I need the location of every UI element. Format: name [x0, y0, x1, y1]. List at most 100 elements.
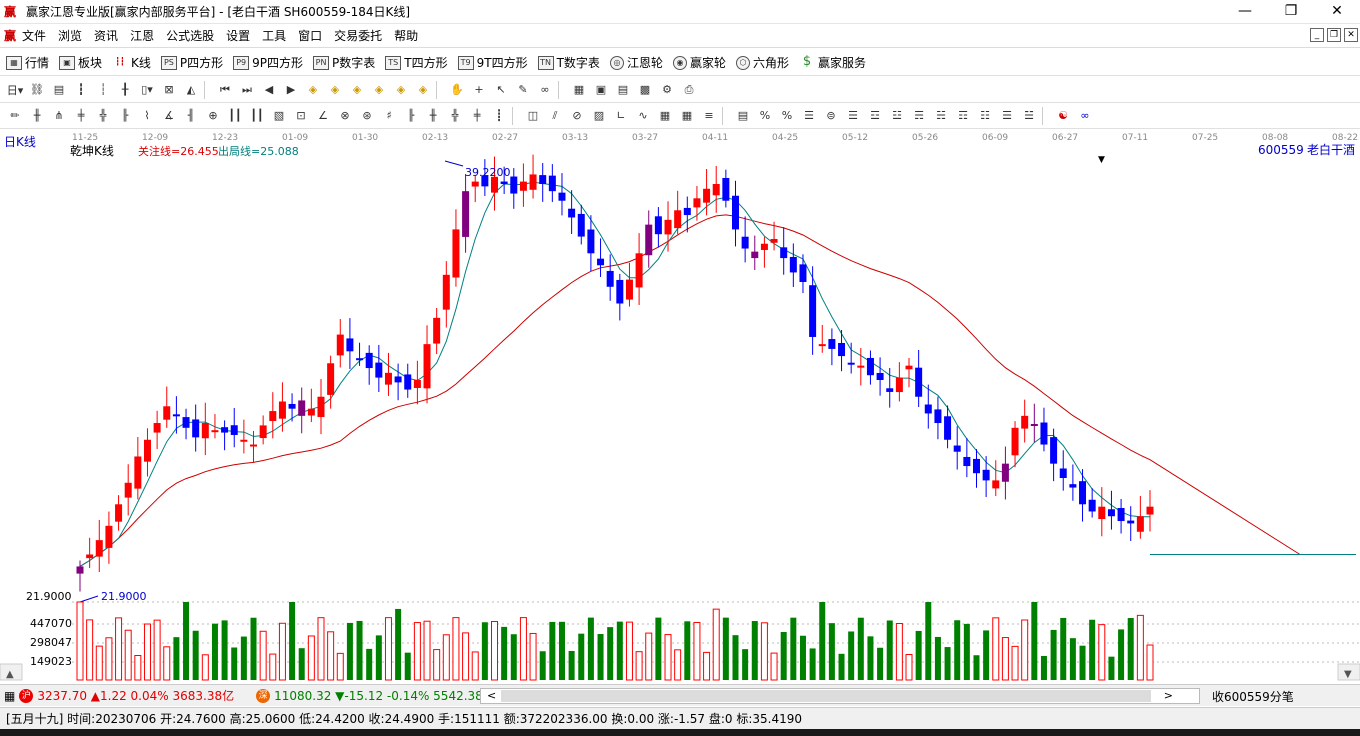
- box-icon[interactable]: ▧: [270, 107, 288, 125]
- menu-help[interactable]: 帮助: [394, 27, 418, 44]
- cycle-icon[interactable]: ⊗: [336, 107, 354, 125]
- diamond-icon[interactable]: ◈: [304, 81, 322, 99]
- fan2-icon[interactable]: ∠: [314, 107, 332, 125]
- toolbar-9p-square[interactable]: P9 9P四方形: [233, 54, 303, 71]
- coin-icon[interactable]: ⊜: [822, 107, 840, 125]
- palette-icon[interactable]: ✎: [514, 81, 532, 99]
- bars-icon[interactable]: ┃┃: [226, 107, 244, 125]
- list-icon[interactable]: ▤: [614, 81, 632, 99]
- infinity-icon[interactable]: ∞: [1076, 107, 1094, 125]
- indicator-dropdown-icon[interactable]: ▯▾: [138, 81, 156, 99]
- grid3-icon[interactable]: ╬: [94, 107, 112, 125]
- doc-icon[interactable]: ▤: [50, 81, 68, 99]
- hand-icon[interactable]: ✋: [448, 81, 466, 99]
- calendar-icon[interactable]: ▦: [570, 81, 588, 99]
- diamond2-icon[interactable]: ◈: [326, 81, 344, 99]
- chart-scrollbar[interactable]: < >: [480, 688, 1200, 704]
- lines2-icon[interactable]: ☰: [844, 107, 862, 125]
- lines4-icon[interactable]: ☳: [888, 107, 906, 125]
- crosshair-icon[interactable]: +: [470, 81, 488, 99]
- tools-icon[interactable]: ⚙: [658, 81, 676, 99]
- comb4-icon[interactable]: ╫: [424, 107, 442, 125]
- overlay-icon[interactable]: ◭: [182, 81, 200, 99]
- toolbar-p-table[interactable]: PN P数字表: [313, 54, 375, 71]
- menu-formula[interactable]: 公式选股: [166, 27, 214, 44]
- table2-icon[interactable]: ▦: [678, 107, 696, 125]
- wave-icon[interactable]: ∿: [634, 107, 652, 125]
- link-icon[interactable]: ⛓: [28, 81, 46, 99]
- chart-style-icon[interactable]: ⊠: [160, 81, 178, 99]
- first-icon[interactable]: ⏮: [216, 81, 234, 99]
- menu-trade[interactable]: 交易委托: [334, 27, 382, 44]
- save-icon[interactable]: ▩: [636, 81, 654, 99]
- table-icon[interactable]: ▦: [656, 107, 674, 125]
- toolbar-hexagon[interactable]: ⬡ 六角形: [735, 54, 789, 71]
- fan-icon[interactable]: ⋔: [50, 107, 68, 125]
- circle2-icon[interactable]: ⊛: [358, 107, 376, 125]
- toolbar-t-table[interactable]: TN T数字表: [537, 54, 600, 71]
- channel-icon[interactable]: ⫽: [546, 107, 564, 125]
- comb6-icon[interactable]: ╪: [468, 107, 486, 125]
- menu-settings[interactable]: 设置: [226, 27, 250, 44]
- lines7-icon[interactable]: ☶: [954, 107, 972, 125]
- close-icon[interactable]: ✕: [1314, 0, 1360, 24]
- parallel-icon[interactable]: ≡: [700, 107, 718, 125]
- diamond6-icon[interactable]: ◈: [414, 81, 432, 99]
- scroll-thumb[interactable]: [501, 690, 1151, 702]
- calendar-small-icon[interactable]: ▦: [4, 689, 15, 703]
- menu-info[interactable]: 资讯: [94, 27, 118, 44]
- diamond5-icon[interactable]: ◈: [392, 81, 410, 99]
- dropdown-marker-icon[interactable]: ▼: [1098, 155, 1105, 165]
- toolbar-t-square[interactable]: TS T四方形: [385, 54, 448, 71]
- diamond4-icon[interactable]: ◈: [370, 81, 388, 99]
- comb2-icon[interactable]: ╢: [182, 107, 200, 125]
- gann-angle-icon[interactable]: ∡: [160, 107, 178, 125]
- fib-icon[interactable]: ⊘: [568, 107, 586, 125]
- bar-icon[interactable]: ┆: [94, 81, 112, 99]
- hash-icon[interactable]: ♯: [380, 107, 398, 125]
- taiji-icon[interactable]: ☯: [1054, 107, 1072, 125]
- sickle-icon[interactable]: ⌇: [138, 107, 156, 125]
- toolbar-winner-wheel[interactable]: ◉ 赢家轮: [672, 54, 726, 71]
- pointer-icon[interactable]: ↖: [492, 81, 510, 99]
- mdi-close-icon[interactable]: ✕: [1344, 28, 1358, 42]
- print-icon[interactable]: ⎙: [680, 81, 698, 99]
- last-icon[interactable]: ⏭: [238, 81, 256, 99]
- grid2-icon[interactable]: ╪: [72, 107, 90, 125]
- sh-index-text[interactable]: 3237.70 ▲1.22 0.04% 3683.38亿: [37, 687, 234, 704]
- toolbar-9t-square[interactable]: T9 9T四方形: [457, 54, 528, 71]
- lines3-icon[interactable]: ☲: [866, 107, 884, 125]
- lines8-icon[interactable]: ☷: [976, 107, 994, 125]
- percent-box-icon[interactable]: %: [756, 107, 774, 125]
- lines6-icon[interactable]: ☵: [932, 107, 950, 125]
- period-dropdown-icon[interactable]: 日▾: [6, 81, 24, 99]
- collect-ticks-link[interactable]: 收600559分笔: [1212, 688, 1294, 705]
- minimize-icon[interactable]: —: [1222, 0, 1268, 24]
- square-icon[interactable]: ⊡: [292, 107, 310, 125]
- scroll-left-icon[interactable]: <: [487, 689, 496, 703]
- toolbar-p-square[interactable]: PS P四方形: [160, 54, 223, 71]
- lines5-icon[interactable]: ☴: [910, 107, 928, 125]
- percent-icon[interactable]: %: [778, 107, 796, 125]
- restore-icon[interactable]: ❐: [1268, 0, 1314, 24]
- mdi-minimize-icon[interactable]: _: [1310, 28, 1324, 42]
- vline-icon[interactable]: ╫: [28, 107, 46, 125]
- ruler-icon[interactable]: ▤: [734, 107, 752, 125]
- angle-icon[interactable]: ∟: [612, 107, 630, 125]
- calc-icon[interactable]: ▣: [592, 81, 610, 99]
- toolbar-sector[interactable]: ▣ 板块: [59, 54, 102, 71]
- sz-index-text[interactable]: 11080.32 ▼-15.12 -0.14% 5542.38: [274, 689, 483, 703]
- comb3-icon[interactable]: ╟: [402, 107, 420, 125]
- cross-bar-icon[interactable]: ╂: [116, 81, 134, 99]
- menu-gann[interactable]: 江恩: [130, 27, 154, 44]
- chain-icon[interactable]: ∞: [536, 81, 554, 99]
- bars3-icon[interactable]: ┋: [490, 107, 508, 125]
- right-icon[interactable]: ▶: [282, 81, 300, 99]
- circle-grid-icon[interactable]: ⊕: [204, 107, 222, 125]
- scroll-right-icon[interactable]: >: [1164, 689, 1173, 703]
- comb-icon[interactable]: ╟: [116, 107, 134, 125]
- rect-icon[interactable]: ◫: [524, 107, 542, 125]
- toolbar-service[interactable]: $ 赢家服务: [799, 54, 866, 71]
- menu-window[interactable]: 窗口: [298, 27, 322, 44]
- toolbar-kline[interactable]: ┇┇ K线: [112, 54, 151, 71]
